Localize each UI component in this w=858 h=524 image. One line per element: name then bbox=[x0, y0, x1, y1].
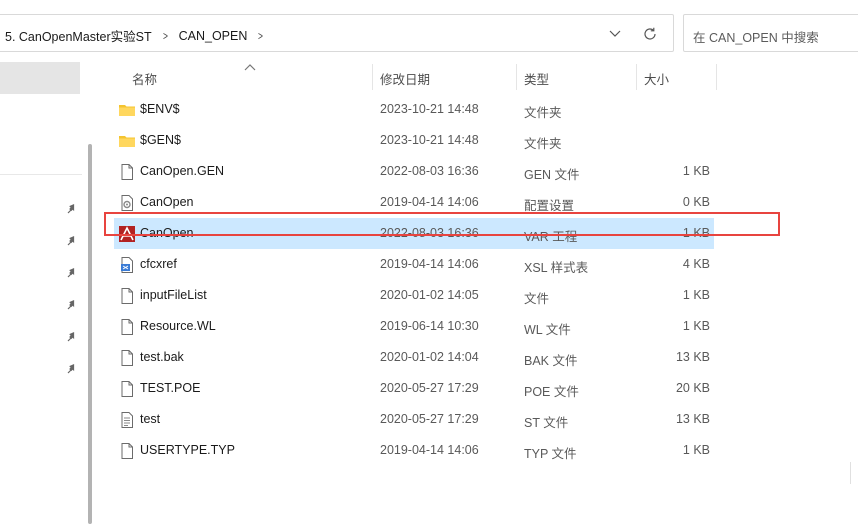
pin-icon[interactable] bbox=[65, 362, 79, 376]
chevron-down-icon[interactable] bbox=[605, 24, 625, 44]
column-divider[interactable] bbox=[516, 64, 517, 90]
pin-icon[interactable] bbox=[65, 298, 79, 312]
column-header-size[interactable]: 大小 bbox=[644, 69, 669, 88]
file-type: POE 文件 bbox=[524, 385, 579, 399]
file-date: 2022-08-03 16:36 bbox=[380, 164, 479, 178]
file-name: TEST.POE bbox=[140, 381, 201, 395]
nav-scrollbar[interactable] bbox=[88, 144, 92, 524]
file-size: 1 KB bbox=[682, 288, 710, 302]
file-type: GEN 文件 bbox=[524, 168, 580, 182]
file-date: 2020-01-02 14:05 bbox=[380, 288, 479, 302]
file-type: 文件夹 bbox=[524, 137, 562, 151]
file-name: $ENV$ bbox=[140, 102, 180, 116]
chevron-right-icon[interactable]: > bbox=[258, 29, 263, 43]
file-row[interactable]: TEST.POE 2020-05-27 17:29 POE 文件 20 KB bbox=[114, 373, 714, 404]
file-name: CanOpen.GEN bbox=[140, 164, 225, 178]
file-type: BAK 文件 bbox=[524, 354, 578, 368]
pin-icon[interactable] bbox=[65, 330, 79, 344]
column-header-date[interactable]: 修改日期 bbox=[380, 69, 430, 88]
file-row[interactable]: CanOpen.GEN 2022-08-03 16:36 GEN 文件 1 KB bbox=[114, 156, 714, 187]
column-divider[interactable] bbox=[716, 64, 717, 90]
file-name: inputFileList bbox=[140, 288, 207, 302]
file-icon bbox=[118, 287, 136, 305]
nav-item-selected[interactable] bbox=[0, 62, 80, 94]
list-scrollbar[interactable] bbox=[850, 462, 858, 484]
file-row[interactable]: test.bak 2020-01-02 14:04 BAK 文件 13 KB bbox=[114, 342, 714, 373]
breadcrumb: 5. CanOpenMaster实验ST > CAN_OPEN > bbox=[5, 26, 274, 45]
file-date: 2020-05-27 17:29 bbox=[380, 381, 479, 395]
chevron-right-icon[interactable]: > bbox=[163, 29, 168, 43]
file-size: 20 KB bbox=[675, 381, 710, 395]
refresh-icon[interactable] bbox=[639, 24, 661, 44]
file-name: CanOpen bbox=[140, 195, 194, 209]
file-date: 2020-01-02 14:04 bbox=[380, 350, 479, 364]
pin-icon[interactable] bbox=[65, 234, 79, 248]
file-name: cfcxref bbox=[140, 257, 177, 271]
file-size: 4 KB bbox=[682, 257, 710, 271]
file-type: TYP 文件 bbox=[524, 447, 577, 461]
file-date: 2020-05-27 17:29 bbox=[380, 412, 479, 426]
file-size: 0 KB bbox=[682, 195, 710, 209]
file-name: USERTYPE.TYP bbox=[140, 443, 235, 457]
file-row[interactable]: $ENV$ 2023-10-21 14:48 文件夹 bbox=[114, 94, 714, 125]
file-date: 2019-04-14 14:06 bbox=[380, 257, 479, 271]
file-date: 2019-04-14 14:06 bbox=[380, 195, 479, 209]
file-icon bbox=[118, 163, 136, 181]
file-row[interactable]: USERTYPE.TYP 2019-04-14 14:06 TYP 文件 1 K… bbox=[114, 435, 714, 466]
column-divider[interactable] bbox=[372, 64, 373, 90]
file-name: test.bak bbox=[140, 350, 184, 364]
pin-icon[interactable] bbox=[65, 266, 79, 280]
pin-icon[interactable] bbox=[65, 202, 79, 216]
address-toolbar: 5. CanOpenMaster实验ST > CAN_OPEN > 在 CAN_… bbox=[0, 0, 858, 62]
folder-icon bbox=[118, 132, 136, 150]
file-name: Resource.WL bbox=[140, 319, 216, 333]
annotation-highlight-box bbox=[104, 212, 780, 236]
breadcrumb-item-current[interactable]: CAN_OPEN bbox=[179, 29, 248, 43]
breadcrumb-item-parent[interactable]: 5. CanOpenMaster实验ST bbox=[5, 26, 152, 45]
file-name: $GEN$ bbox=[140, 133, 181, 147]
search-input[interactable]: 在 CAN_OPEN 中搜索 bbox=[683, 14, 858, 52]
sort-ascending-icon bbox=[244, 60, 256, 71]
file-icon bbox=[118, 349, 136, 367]
file-type: XSL 样式表 bbox=[524, 261, 589, 275]
file-row[interactable]: test 2020-05-27 17:29 ST 文件 13 KB bbox=[114, 404, 714, 435]
address-bar[interactable]: 5. CanOpenMaster实验ST > CAN_OPEN > bbox=[0, 14, 674, 52]
file-date: 2023-10-21 14:48 bbox=[380, 133, 479, 147]
file-icon bbox=[118, 380, 136, 398]
text-file-icon bbox=[118, 411, 136, 429]
xsl-file-icon bbox=[118, 256, 136, 274]
file-type: 文件 bbox=[524, 292, 550, 306]
file-type: 文件夹 bbox=[524, 106, 562, 120]
column-header-name[interactable]: 名称 bbox=[132, 69, 157, 88]
file-icon bbox=[118, 442, 136, 460]
file-type: WL 文件 bbox=[524, 323, 571, 337]
file-size: 1 KB bbox=[682, 443, 710, 457]
file-icon bbox=[118, 318, 136, 336]
file-date: 2019-04-14 14:06 bbox=[380, 443, 479, 457]
file-type: ST 文件 bbox=[524, 416, 569, 430]
search-placeholder: 在 CAN_OPEN 中搜索 bbox=[693, 31, 819, 45]
file-date: 2019-06-14 10:30 bbox=[380, 319, 479, 333]
file-row[interactable]: inputFileList 2020-01-02 14:05 文件 1 KB bbox=[114, 280, 714, 311]
config-file-icon bbox=[118, 194, 136, 212]
file-size: 13 KB bbox=[675, 412, 710, 426]
column-header-type[interactable]: 类型 bbox=[524, 69, 549, 88]
file-size: 13 KB bbox=[675, 350, 710, 364]
file-size: 1 KB bbox=[682, 319, 710, 333]
folder-icon bbox=[118, 101, 136, 119]
column-divider[interactable] bbox=[636, 64, 637, 90]
file-size: 1 KB bbox=[682, 164, 710, 178]
nav-divider bbox=[0, 174, 82, 175]
file-row[interactable]: Resource.WL 2019-06-14 10:30 WL 文件 1 KB bbox=[114, 311, 714, 342]
file-row[interactable]: cfcxref 2019-04-14 14:06 XSL 样式表 4 KB bbox=[114, 249, 714, 280]
navigation-pane bbox=[0, 62, 92, 524]
file-row[interactable]: $GEN$ 2023-10-21 14:48 文件夹 bbox=[114, 125, 714, 156]
file-name: test bbox=[140, 412, 161, 426]
file-date: 2023-10-21 14:48 bbox=[380, 102, 479, 116]
